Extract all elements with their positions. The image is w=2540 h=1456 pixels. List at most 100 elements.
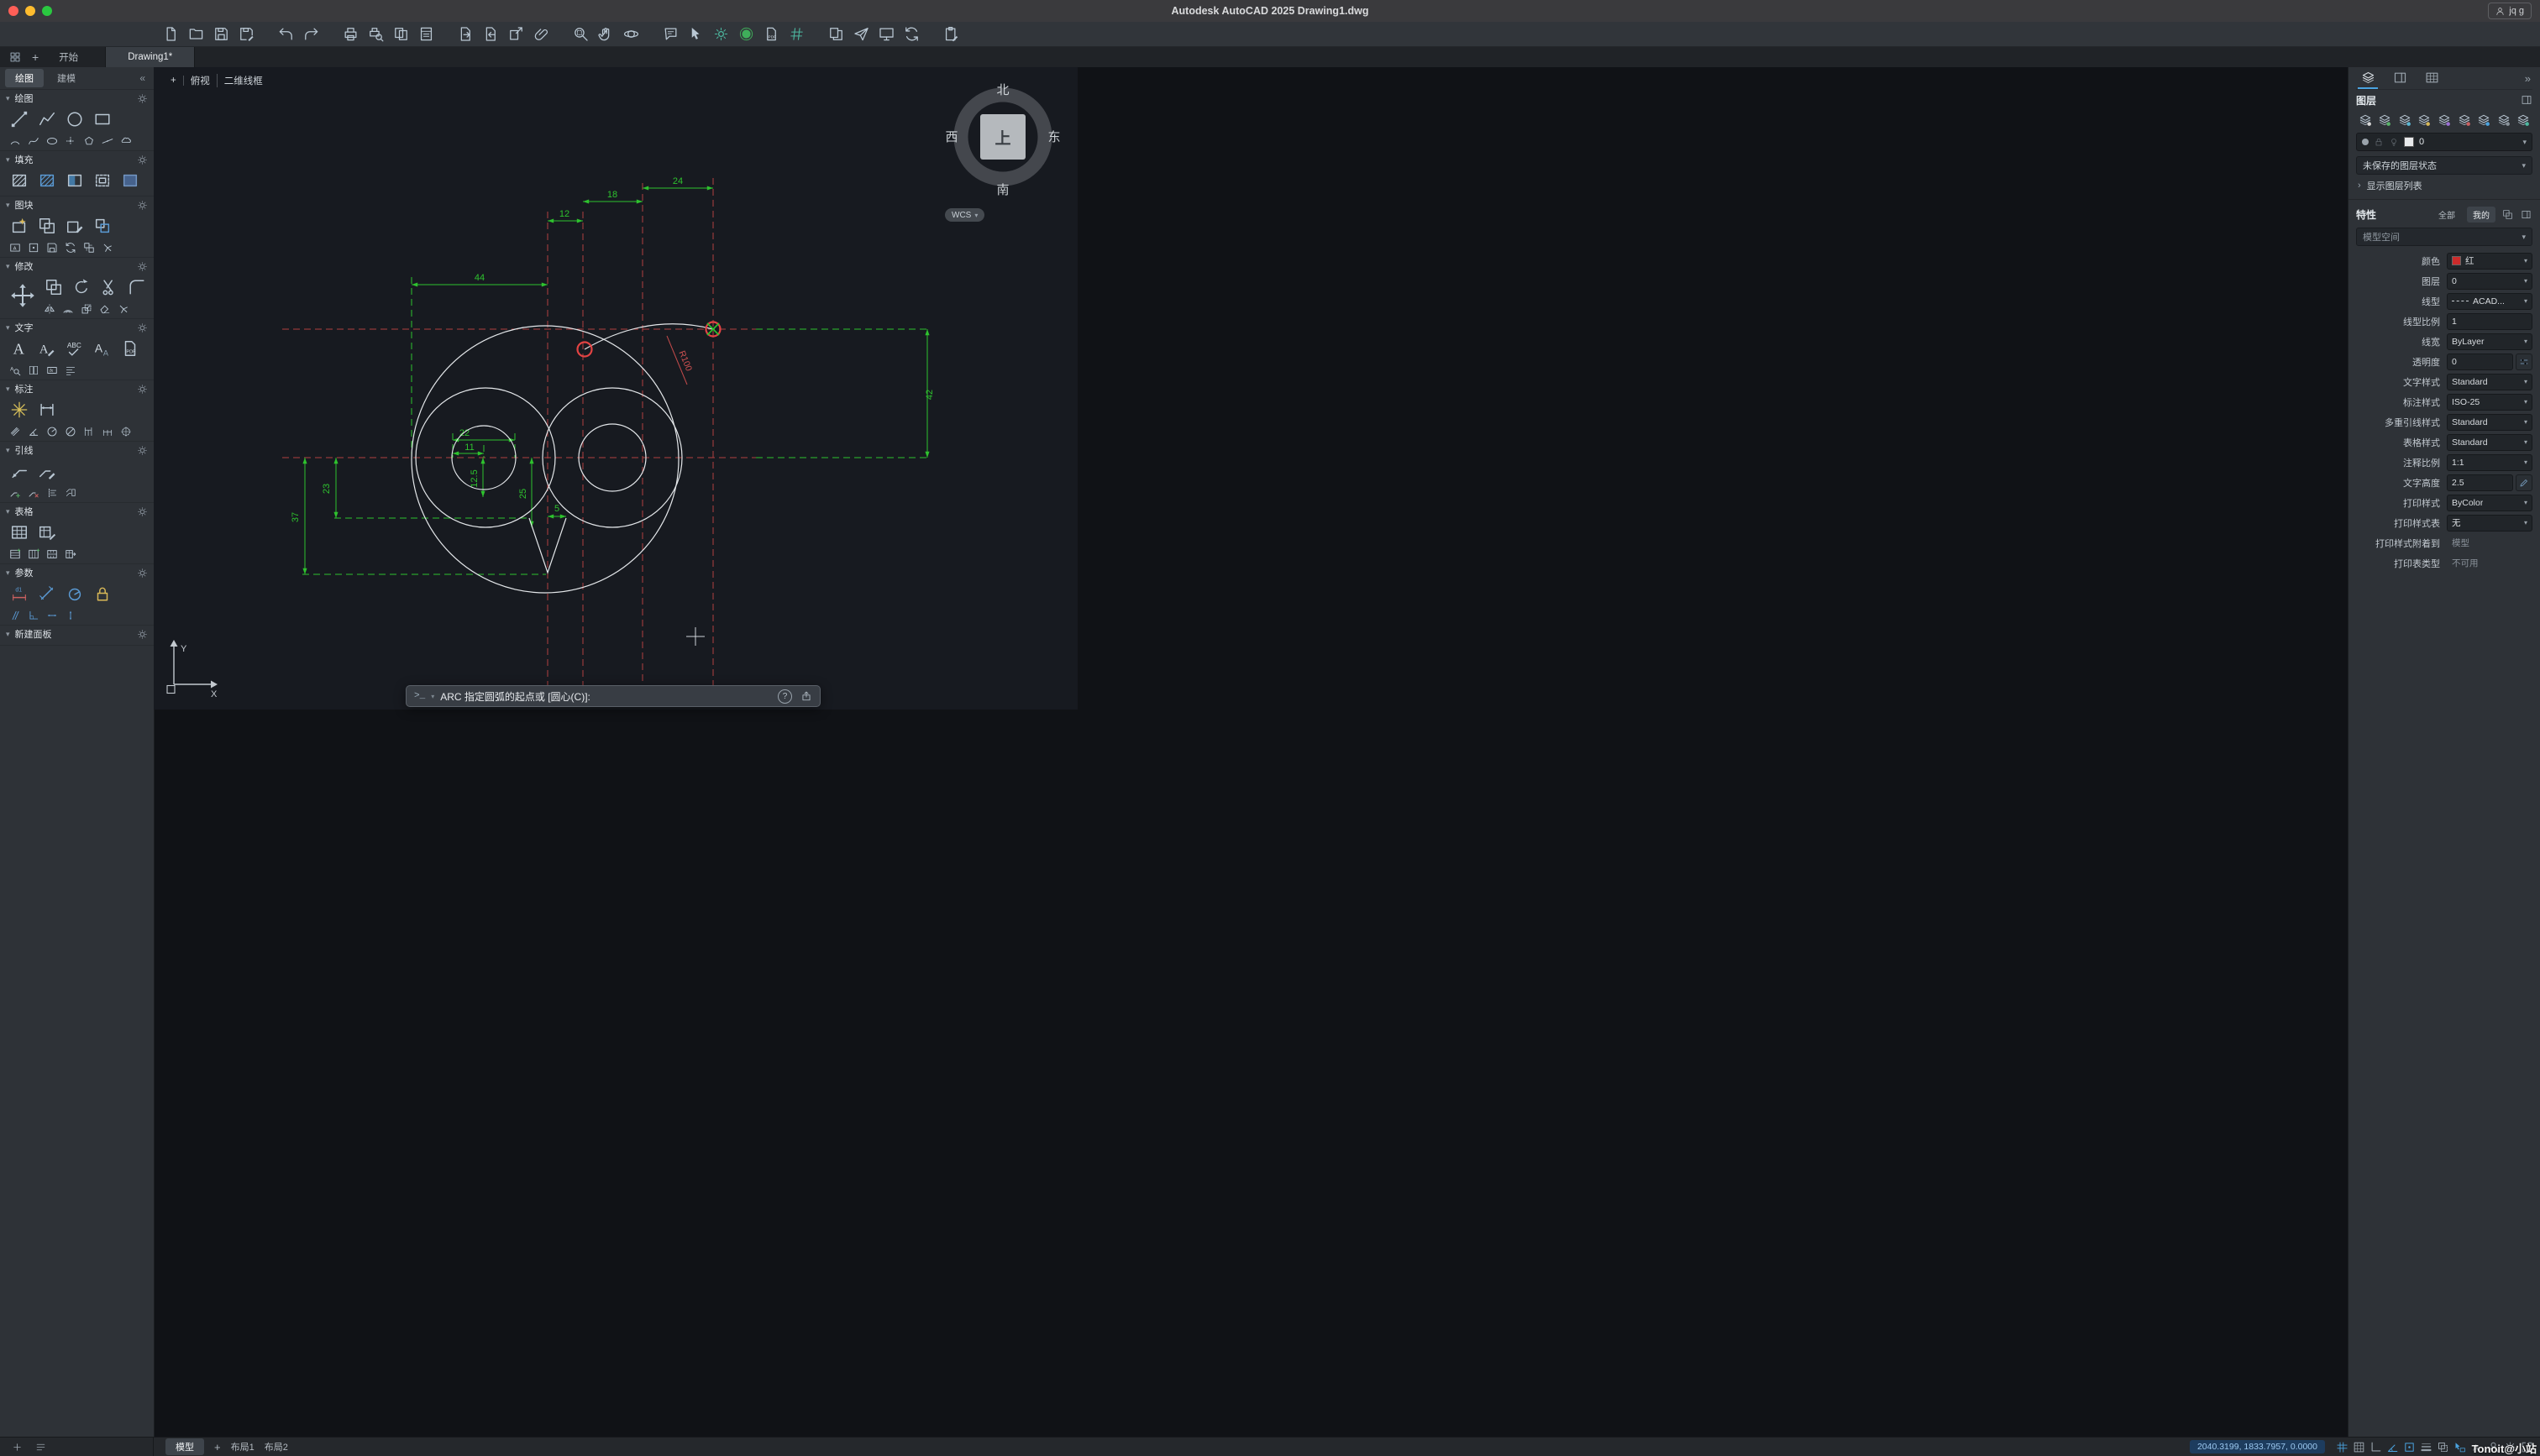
center-mark-tool[interactable]	[118, 424, 134, 438]
boundary-tool[interactable]	[90, 168, 115, 193]
freeze-layer-icon[interactable]	[2396, 112, 2414, 128]
edit-block-tool[interactable]	[62, 213, 87, 238]
insert-block-tool[interactable]	[90, 213, 115, 238]
palette-section-header[interactable]: ▾ 参数	[0, 564, 154, 581]
user-toggle[interactable]	[2485, 1438, 2501, 1455]
attach-reference-icon[interactable]	[533, 25, 550, 43]
import-pdf-text-tool[interactable]: PDF	[118, 336, 143, 361]
spell-check-tool[interactable]: ABC	[62, 336, 87, 361]
rectangle-tool[interactable]	[90, 107, 115, 132]
lineweight-toggle[interactable]	[2417, 1438, 2434, 1455]
move-tool[interactable]	[7, 280, 39, 312]
linear-parameter-tool[interactable]: d1	[7, 581, 32, 606]
new-layer-icon[interactable]	[2376, 112, 2395, 128]
isolate-layer-icon[interactable]	[2435, 112, 2453, 128]
palette-section-header[interactable]: ▾ 修改	[0, 258, 154, 275]
palette-section-header[interactable]: ▾ 表格	[0, 503, 154, 520]
tables-palette-tab[interactable]	[2422, 67, 2442, 89]
lock-constraint-tool[interactable]	[90, 581, 115, 606]
add-leader-tool[interactable]	[7, 485, 23, 500]
snap-toggle[interactable]	[2350, 1438, 2367, 1455]
property-extra-button[interactable]	[2516, 353, 2532, 370]
property-dropdown[interactable]: 红 ▾	[2447, 252, 2532, 270]
edit-text-tool[interactable]: A	[34, 336, 60, 361]
show-layer-list-button[interactable]: › 显示图层列表	[2356, 176, 2532, 195]
layer-lock-icon[interactable]	[2374, 137, 2384, 147]
print-icon[interactable]	[342, 25, 359, 43]
pdf-import-icon[interactable]: PDF	[763, 25, 780, 43]
tab-drawing1[interactable]: Drawing1*	[105, 47, 196, 67]
command-share-button[interactable]	[800, 690, 812, 703]
vertical-constraint-tool[interactable]	[62, 608, 78, 622]
clean-screen-toggle[interactable]	[2518, 1438, 2535, 1455]
more-palettes-button[interactable]: »	[2525, 72, 2531, 85]
arc-tool[interactable]	[7, 134, 23, 148]
new-layout-button[interactable]: +	[214, 1441, 221, 1453]
tab-overview-icon[interactable]	[7, 50, 24, 64]
space-dropdown[interactable]: 模型空间 ▾	[2356, 228, 2532, 246]
polyline-tool[interactable]	[34, 107, 60, 132]
palette-section-header[interactable]: ▾ 标注	[0, 380, 154, 397]
align-leaders-tool[interactable]	[44, 485, 60, 500]
linear-dimension-tool[interactable]	[34, 397, 60, 422]
panel-list-icon[interactable]	[34, 1440, 47, 1453]
sheets-palette-tab[interactable]	[2390, 67, 2410, 89]
offset-tool[interactable]	[60, 301, 76, 316]
command-bar[interactable]: >_ ▾ ARC 指定圆弧的起点或 [圆心(C)]: ?	[406, 685, 821, 707]
import-dwg-icon[interactable]	[482, 25, 500, 43]
collapse-palette-button[interactable]: «	[139, 72, 149, 84]
share-plane-icon[interactable]	[853, 25, 870, 43]
aligned-parameter-tool[interactable]	[34, 581, 60, 606]
remove-leader-tool[interactable]	[25, 485, 41, 500]
fullscreen-window-button[interactable]	[42, 6, 52, 16]
layers-dock-icon[interactable]	[2520, 94, 2532, 107]
polygon-tool[interactable]	[81, 134, 97, 148]
palette-tab-model[interactable]: 建模	[47, 69, 86, 87]
multileader-tool[interactable]	[7, 458, 32, 484]
drawing-canvas[interactable]: 24 18 12 44 42 22 11 12.5 25 23 37 5 R10…	[154, 67, 1078, 710]
off-layer-icon[interactable]	[2455, 112, 2474, 128]
angular-dimension-tool[interactable]	[25, 424, 41, 438]
table-tool[interactable]	[7, 520, 32, 545]
drawing-viewport[interactable]: 24 18 12 44 42 22 11 12.5 25 23 37 5 R10…	[154, 67, 1078, 710]
define-attribute-tool[interactable]: A	[7, 240, 23, 254]
edit-multileader-tool[interactable]	[34, 458, 60, 484]
palette-section-header[interactable]: ▾ 文字	[0, 319, 154, 336]
insert-column-tool[interactable]	[25, 547, 41, 561]
print-preview-icon[interactable]	[367, 25, 385, 43]
smart-dimension-tool[interactable]	[7, 397, 32, 422]
polar-toggle[interactable]	[2384, 1438, 2401, 1455]
property-dropdown[interactable]: ISO-25 ▾	[2447, 393, 2532, 411]
ortho-toggle[interactable]	[2367, 1438, 2384, 1455]
present-monitor-icon[interactable]	[878, 25, 895, 43]
explode-block-tool[interactable]	[99, 240, 115, 254]
transmit-icon[interactable]	[507, 25, 525, 43]
line-tool[interactable]	[7, 107, 32, 132]
redo-icon[interactable]	[302, 25, 320, 43]
undo-icon[interactable]	[277, 25, 295, 43]
save-block-tool[interactable]	[44, 240, 60, 254]
annotation-scale-toggle[interactable]: A	[2468, 1438, 2485, 1455]
command-message[interactable]: ARC 指定圆弧的起点或 [圆心(C)]:	[440, 689, 590, 704]
command-help-button[interactable]: ?	[778, 689, 792, 704]
merge-layer-icon[interactable]	[2515, 112, 2533, 128]
command-history-icon[interactable]: ▾	[431, 693, 434, 700]
palette-section-header[interactable]: ▾ 图块	[0, 196, 154, 213]
merge-cells-tool[interactable]	[44, 547, 60, 561]
replace-block-tool[interactable]	[81, 240, 97, 254]
mtext-tool[interactable]: A	[7, 336, 32, 361]
osnap-toggle[interactable]	[2401, 1438, 2417, 1455]
panel-settings-icon[interactable]	[136, 444, 148, 456]
parallel-constraint-tool[interactable]	[7, 608, 23, 622]
visual-style-button[interactable]: 二维线框	[218, 74, 270, 87]
erase-tool[interactable]	[97, 301, 113, 316]
property-dropdown[interactable]: Standard ▾	[2447, 373, 2532, 390]
panel-settings-icon[interactable]	[136, 383, 148, 395]
add-panel-icon[interactable]	[10, 1440, 24, 1453]
palette-section-header[interactable]: ▾ 引线	[0, 442, 154, 458]
panel-settings-icon[interactable]	[136, 199, 148, 211]
layer-bulb-icon[interactable]	[2389, 137, 2399, 147]
ellipse-tool[interactable]	[44, 134, 60, 148]
panel-settings-icon[interactable]	[136, 505, 148, 517]
explode-tool[interactable]	[115, 301, 131, 316]
